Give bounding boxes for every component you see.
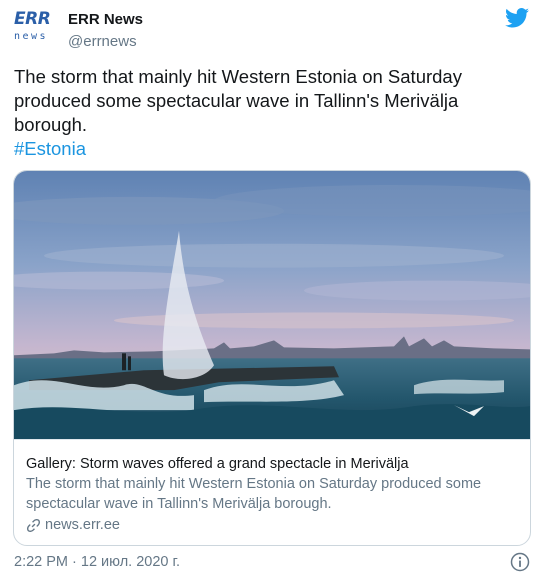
info-icon[interactable]	[510, 552, 530, 572]
tweet-embed: ERR news ERR News @errnews The storm tha…	[0, 0, 541, 579]
author-handle[interactable]: @errnews	[68, 32, 143, 51]
card-description: The storm that mainly hit Western Estoni…	[26, 476, 482, 512]
tweet-timestamp[interactable]: 2:22 PM · 12 июл. 2020 г.	[14, 553, 180, 571]
card-body[interactable]: Gallery: Storm waves offered a grand spe…	[14, 441, 530, 535]
card-image[interactable]	[14, 171, 530, 440]
card-domain[interactable]: news.err.ee	[26, 515, 518, 535]
avatar[interactable]: ERR news	[14, 10, 60, 46]
hashtag-link[interactable]: #Estonia	[14, 137, 529, 161]
link-icon	[26, 518, 41, 532]
card-title[interactable]: Gallery: Storm waves offered a grand spe…	[26, 454, 518, 474]
twitter-bird-icon[interactable]	[505, 8, 529, 28]
author-name[interactable]: ERR News	[68, 10, 143, 29]
link-card[interactable]: Gallery: Storm waves offered a grand spe…	[13, 170, 531, 546]
tweet-text-container: The storm that mainly hit Western Estoni…	[14, 65, 529, 161]
err-logo: ERR	[14, 9, 51, 29]
tweet-text: The storm that mainly hit Western Estoni…	[14, 66, 462, 135]
card-domain-text: news.err.ee	[45, 517, 120, 533]
author-info[interactable]: ERR News @errnews	[68, 10, 143, 51]
err-logo-sub: news	[14, 31, 49, 42]
